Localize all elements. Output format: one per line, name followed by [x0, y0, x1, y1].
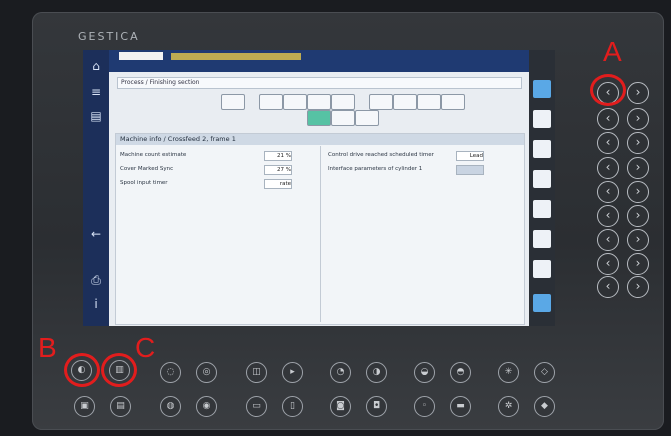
panel-divider — [320, 146, 321, 322]
field-value[interactable]: 27 % — [264, 165, 292, 175]
status-segment — [171, 62, 211, 70]
toolbar-button-6[interactable] — [369, 94, 393, 110]
toolbar-button-1[interactable] — [221, 94, 245, 110]
breadcrumb[interactable]: Process / Finishing section — [117, 77, 522, 89]
toolbar-button-7[interactable] — [393, 94, 417, 110]
chevron-right-icon[interactable]: › — [627, 205, 649, 227]
home-icon[interactable]: ⌂ — [88, 58, 104, 74]
settings-panel: Machine info / Crossfeed 2, frame 1 Mach… — [115, 133, 525, 325]
field-label: Control drive reached scheduled timer — [328, 152, 434, 158]
rail-button-8[interactable] — [533, 294, 551, 312]
chevron-right-icon[interactable]: › — [627, 132, 649, 154]
hardware-button[interactable]: ◒ — [414, 362, 435, 383]
hardware-button[interactable]: ▣ — [74, 396, 95, 417]
hardware-button[interactable]: ◦ — [414, 396, 435, 417]
chevron-right-icon[interactable]: › — [627, 276, 649, 298]
status-bar — [109, 50, 529, 72]
rail-button-5[interactable] — [533, 200, 551, 218]
chevron-right-icon[interactable]: › — [627, 108, 649, 130]
right-tool-rail — [529, 50, 555, 326]
chevron-left-icon[interactable]: ‹ — [597, 276, 619, 298]
brand-label: GESTICA — [78, 30, 140, 43]
company-logo — [119, 52, 163, 60]
chevron-left-icon[interactable]: ‹ — [597, 205, 619, 227]
toolbar-button-11[interactable] — [331, 110, 355, 126]
toolbar-button-10[interactable] — [307, 110, 331, 126]
hardware-button[interactable]: ◉ — [196, 396, 217, 417]
chevron-left-icon[interactable]: ‹ — [597, 157, 619, 179]
chevron-right-icon[interactable]: › — [627, 157, 649, 179]
field-value[interactable] — [456, 165, 484, 175]
hardware-button[interactable]: ◫ — [246, 362, 267, 383]
hardware-button[interactable]: ▭ — [246, 396, 267, 417]
toolbar-button-8[interactable] — [417, 94, 441, 110]
hardware-button[interactable]: ◑ — [366, 362, 387, 383]
field-label: Spool input timer — [120, 180, 168, 186]
hardware-button[interactable]: ◇ — [534, 362, 555, 383]
chevron-left-icon[interactable]: ‹ — [597, 132, 619, 154]
annotation-ring-b — [64, 353, 100, 387]
chevron-right-icon[interactable]: › — [627, 253, 649, 275]
chevron-right-icon[interactable]: › — [627, 82, 649, 104]
annotation-label-b: B — [38, 332, 57, 363]
field-value[interactable]: 21 % — [264, 151, 292, 161]
hardware-button[interactable]: ▤ — [110, 396, 131, 417]
annotation-label-c: C — [135, 332, 156, 363]
hardware-button[interactable]: ✲ — [498, 396, 519, 417]
hardware-button[interactable]: ✳ — [498, 362, 519, 383]
hardware-button[interactable]: ◌ — [160, 362, 181, 383]
field-label: Interface parameters of cylinder 1 — [328, 166, 423, 172]
menu-icon[interactable]: ≡ — [88, 84, 104, 100]
hardware-button[interactable]: ◓ — [450, 362, 471, 383]
chevron-left-icon[interactable]: ‹ — [597, 181, 619, 203]
toolbar-button-2[interactable] — [259, 94, 283, 110]
hardware-button[interactable]: ▯ — [282, 396, 303, 417]
rail-button-6[interactable] — [533, 230, 551, 248]
rail-button-3[interactable] — [533, 140, 551, 158]
rail-button-4[interactable] — [533, 170, 551, 188]
rail-button-7[interactable] — [533, 260, 551, 278]
annotation-ring-a — [590, 74, 626, 106]
hardware-button[interactable]: ◙ — [330, 396, 351, 417]
info-icon[interactable]: i — [88, 296, 104, 312]
hardware-button[interactable]: ◔ — [330, 362, 351, 383]
main-content: Process / Finishing section Machine info… — [109, 72, 529, 326]
chevron-left-icon[interactable]: ‹ — [597, 108, 619, 130]
panel-title: Machine info / Crossfeed 2, frame 1 — [116, 134, 524, 145]
hardware-button[interactable]: ◎ — [196, 362, 217, 383]
rail-button-2[interactable] — [533, 110, 551, 128]
chevron-left-icon[interactable]: ‹ — [597, 253, 619, 275]
warning-banner[interactable] — [171, 53, 301, 60]
hardware-button[interactable]: ▸ — [282, 362, 303, 383]
field-label: Machine count estimate — [120, 152, 187, 158]
field-value[interactable]: rate — [264, 179, 292, 189]
hardware-button[interactable]: ◘ — [366, 396, 387, 417]
toolbar-button-5[interactable] — [331, 94, 355, 110]
annotation-label-a: A — [603, 36, 622, 67]
rail-button-1[interactable] — [533, 80, 551, 98]
back-arrow-icon[interactable]: ← — [88, 226, 104, 242]
chevron-left-icon[interactable]: ‹ — [597, 229, 619, 251]
field-value[interactable]: Lead — [456, 151, 484, 161]
chevron-right-icon[interactable]: › — [627, 181, 649, 203]
toolbar-button-4[interactable] — [307, 94, 331, 110]
toolbar-button-3[interactable] — [283, 94, 307, 110]
toolbar — [169, 92, 469, 126]
field-label: Cover Marked Sync — [120, 166, 174, 172]
hardware-button[interactable]: ▬ — [450, 396, 471, 417]
print-icon[interactable]: ⎙ — [88, 272, 104, 288]
hardware-button[interactable]: ◆ — [534, 396, 555, 417]
left-rail: ⌂ ≡ ▤ ← ⎙ i — [83, 50, 109, 326]
toolbar-button-9[interactable] — [441, 94, 465, 110]
annotation-ring-c — [101, 353, 137, 387]
touch-screen[interactable]: ⌂ ≡ ▤ ← ⎙ i Process / Finishing section — [83, 50, 555, 326]
list-icon[interactable]: ▤ — [88, 108, 104, 124]
toolbar-button-12[interactable] — [355, 110, 379, 126]
hardware-button[interactable]: ◍ — [160, 396, 181, 417]
chevron-right-icon[interactable]: › — [627, 229, 649, 251]
